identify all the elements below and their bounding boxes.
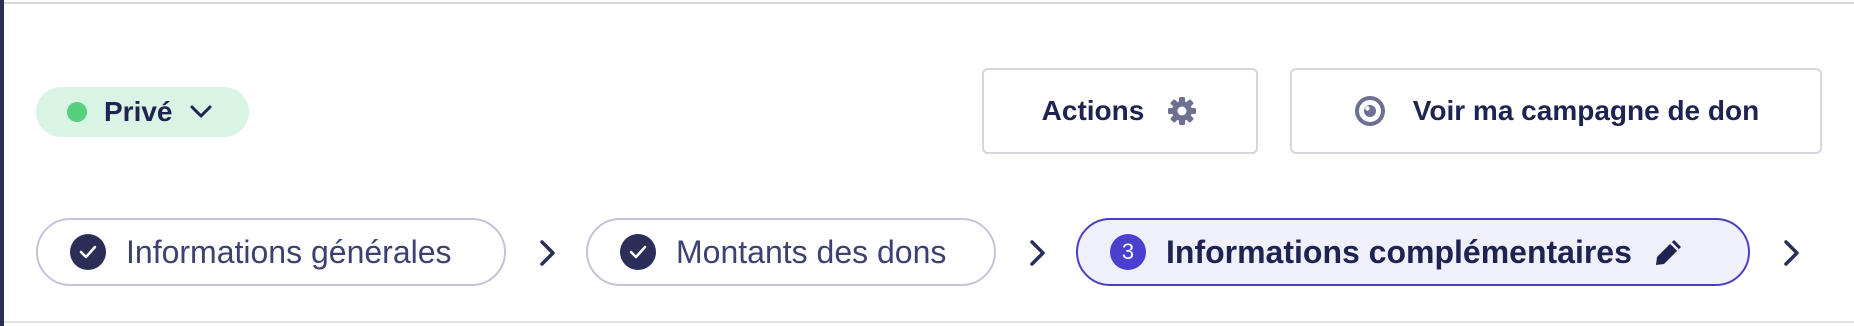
step-label: Informations générales <box>126 233 452 270</box>
pencil-icon <box>1652 235 1686 269</box>
step-label: Informations complémentaires <box>1166 233 1632 270</box>
actions-label: Actions <box>1041 95 1145 126</box>
step-donation-amounts[interactable]: Montants des dons <box>586 218 996 286</box>
chevron-right-icon <box>536 236 560 270</box>
bottom-divider <box>4 321 1854 323</box>
check-icon <box>70 234 106 270</box>
left-border <box>0 0 4 326</box>
step-label: Montants des dons <box>676 233 947 270</box>
chevron-right-icon <box>1026 236 1050 270</box>
step-additional-info[interactable]: 3 Informations complémentaires <box>1076 218 1750 286</box>
step-general-info[interactable]: Informations générales <box>36 218 506 286</box>
eye-icon <box>1353 94 1387 128</box>
check-icon <box>620 234 656 270</box>
step-number-badge: 3 <box>1110 234 1146 270</box>
status-label: Privé <box>104 96 173 127</box>
status-dot-icon <box>67 102 87 122</box>
actions-button[interactable]: Actions <box>982 68 1258 154</box>
gear-icon <box>1166 95 1198 127</box>
view-campaign-label: Voir ma campagne de don <box>1412 95 1760 126</box>
chevron-down-icon <box>188 99 214 125</box>
view-campaign-button[interactable]: Voir ma campagne de don <box>1290 68 1822 154</box>
top-divider <box>4 2 1854 4</box>
visibility-status-dropdown[interactable]: Privé <box>36 87 249 137</box>
chevron-right-icon <box>1780 236 1804 270</box>
